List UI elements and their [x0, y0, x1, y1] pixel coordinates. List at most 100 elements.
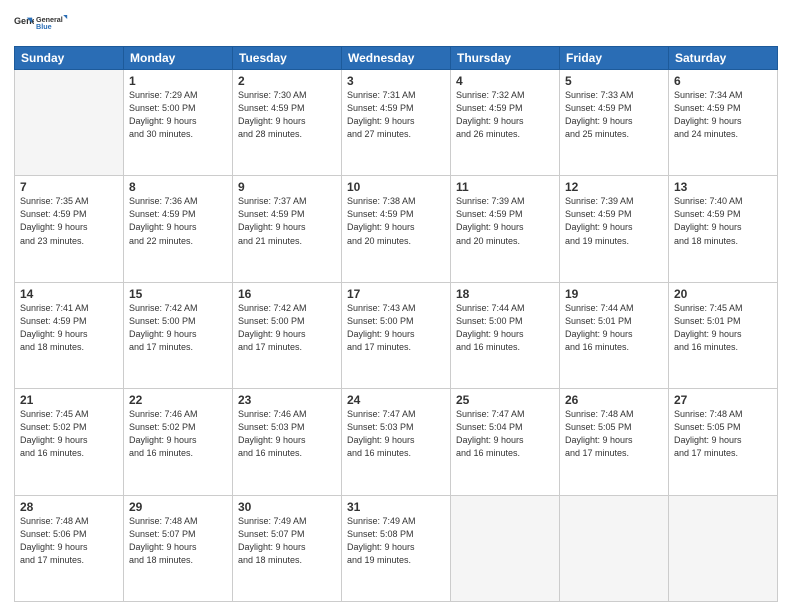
calendar-col-wednesday: Wednesday [342, 47, 451, 70]
calendar-cell: 24Sunrise: 7:47 AM Sunset: 5:03 PM Dayli… [342, 389, 451, 495]
day-number: 6 [674, 74, 772, 88]
calendar-cell: 28Sunrise: 7:48 AM Sunset: 5:06 PM Dayli… [15, 495, 124, 601]
calendar-cell: 5Sunrise: 7:33 AM Sunset: 4:59 PM Daylig… [560, 70, 669, 176]
day-number: 14 [20, 287, 118, 301]
day-info: Sunrise: 7:31 AM Sunset: 4:59 PM Dayligh… [347, 89, 445, 141]
calendar-cell: 31Sunrise: 7:49 AM Sunset: 5:08 PM Dayli… [342, 495, 451, 601]
day-number: 31 [347, 500, 445, 514]
day-number: 5 [565, 74, 663, 88]
calendar-cell: 22Sunrise: 7:46 AM Sunset: 5:02 PM Dayli… [124, 389, 233, 495]
calendar-cell: 30Sunrise: 7:49 AM Sunset: 5:07 PM Dayli… [233, 495, 342, 601]
day-info: Sunrise: 7:34 AM Sunset: 4:59 PM Dayligh… [674, 89, 772, 141]
calendar-col-monday: Monday [124, 47, 233, 70]
calendar-col-tuesday: Tuesday [233, 47, 342, 70]
day-info: Sunrise: 7:47 AM Sunset: 5:03 PM Dayligh… [347, 408, 445, 460]
day-number: 20 [674, 287, 772, 301]
calendar-col-friday: Friday [560, 47, 669, 70]
day-info: Sunrise: 7:48 AM Sunset: 5:05 PM Dayligh… [565, 408, 663, 460]
day-number: 17 [347, 287, 445, 301]
calendar-cell: 26Sunrise: 7:48 AM Sunset: 5:05 PM Dayli… [560, 389, 669, 495]
day-number: 15 [129, 287, 227, 301]
day-number: 8 [129, 180, 227, 194]
day-info: Sunrise: 7:41 AM Sunset: 4:59 PM Dayligh… [20, 302, 118, 354]
calendar-cell: 2Sunrise: 7:30 AM Sunset: 4:59 PM Daylig… [233, 70, 342, 176]
calendar-cell: 6Sunrise: 7:34 AM Sunset: 4:59 PM Daylig… [669, 70, 778, 176]
calendar-cell [15, 70, 124, 176]
calendar-col-sunday: Sunday [15, 47, 124, 70]
calendar-cell: 15Sunrise: 7:42 AM Sunset: 5:00 PM Dayli… [124, 282, 233, 388]
day-info: Sunrise: 7:49 AM Sunset: 5:07 PM Dayligh… [238, 515, 336, 567]
calendar-week-row: 7Sunrise: 7:35 AM Sunset: 4:59 PM Daylig… [15, 176, 778, 282]
day-number: 22 [129, 393, 227, 407]
calendar-cell: 23Sunrise: 7:46 AM Sunset: 5:03 PM Dayli… [233, 389, 342, 495]
calendar-cell: 18Sunrise: 7:44 AM Sunset: 5:00 PM Dayli… [451, 282, 560, 388]
calendar-cell: 25Sunrise: 7:47 AM Sunset: 5:04 PM Dayli… [451, 389, 560, 495]
calendar-week-row: 1Sunrise: 7:29 AM Sunset: 5:00 PM Daylig… [15, 70, 778, 176]
day-number: 9 [238, 180, 336, 194]
day-number: 10 [347, 180, 445, 194]
page: General General Blue SundayMondayTuesda [0, 0, 792, 612]
day-number: 1 [129, 74, 227, 88]
calendar-cell: 17Sunrise: 7:43 AM Sunset: 5:00 PM Dayli… [342, 282, 451, 388]
day-info: Sunrise: 7:33 AM Sunset: 4:59 PM Dayligh… [565, 89, 663, 141]
calendar-cell: 27Sunrise: 7:48 AM Sunset: 5:05 PM Dayli… [669, 389, 778, 495]
day-number: 27 [674, 393, 772, 407]
day-info: Sunrise: 7:30 AM Sunset: 4:59 PM Dayligh… [238, 89, 336, 141]
day-info: Sunrise: 7:46 AM Sunset: 5:03 PM Dayligh… [238, 408, 336, 460]
day-number: 2 [238, 74, 336, 88]
calendar-table: SundayMondayTuesdayWednesdayThursdayFrid… [14, 46, 778, 602]
day-info: Sunrise: 7:42 AM Sunset: 5:00 PM Dayligh… [129, 302, 227, 354]
calendar-week-row: 21Sunrise: 7:45 AM Sunset: 5:02 PM Dayli… [15, 389, 778, 495]
calendar-cell: 16Sunrise: 7:42 AM Sunset: 5:00 PM Dayli… [233, 282, 342, 388]
day-info: Sunrise: 7:47 AM Sunset: 5:04 PM Dayligh… [456, 408, 554, 460]
day-number: 29 [129, 500, 227, 514]
day-number: 24 [347, 393, 445, 407]
calendar-cell: 21Sunrise: 7:45 AM Sunset: 5:02 PM Dayli… [15, 389, 124, 495]
calendar-cell: 12Sunrise: 7:39 AM Sunset: 4:59 PM Dayli… [560, 176, 669, 282]
day-info: Sunrise: 7:45 AM Sunset: 5:02 PM Dayligh… [20, 408, 118, 460]
calendar-cell: 7Sunrise: 7:35 AM Sunset: 4:59 PM Daylig… [15, 176, 124, 282]
day-number: 18 [456, 287, 554, 301]
calendar-cell: 20Sunrise: 7:45 AM Sunset: 5:01 PM Dayli… [669, 282, 778, 388]
day-number: 21 [20, 393, 118, 407]
calendar-cell: 1Sunrise: 7:29 AM Sunset: 5:00 PM Daylig… [124, 70, 233, 176]
calendar-week-row: 14Sunrise: 7:41 AM Sunset: 4:59 PM Dayli… [15, 282, 778, 388]
calendar-cell: 29Sunrise: 7:48 AM Sunset: 5:07 PM Dayli… [124, 495, 233, 601]
day-info: Sunrise: 7:44 AM Sunset: 5:00 PM Dayligh… [456, 302, 554, 354]
day-info: Sunrise: 7:39 AM Sunset: 4:59 PM Dayligh… [565, 195, 663, 247]
day-info: Sunrise: 7:43 AM Sunset: 5:00 PM Dayligh… [347, 302, 445, 354]
day-number: 4 [456, 74, 554, 88]
day-info: Sunrise: 7:44 AM Sunset: 5:01 PM Dayligh… [565, 302, 663, 354]
logo: General General Blue [14, 10, 68, 40]
day-info: Sunrise: 7:46 AM Sunset: 5:02 PM Dayligh… [129, 408, 227, 460]
day-number: 12 [565, 180, 663, 194]
day-info: Sunrise: 7:48 AM Sunset: 5:05 PM Dayligh… [674, 408, 772, 460]
day-info: Sunrise: 7:29 AM Sunset: 5:00 PM Dayligh… [129, 89, 227, 141]
calendar-cell: 3Sunrise: 7:31 AM Sunset: 4:59 PM Daylig… [342, 70, 451, 176]
day-info: Sunrise: 7:39 AM Sunset: 4:59 PM Dayligh… [456, 195, 554, 247]
day-info: Sunrise: 7:48 AM Sunset: 5:07 PM Dayligh… [129, 515, 227, 567]
calendar-week-row: 28Sunrise: 7:48 AM Sunset: 5:06 PM Dayli… [15, 495, 778, 601]
day-number: 7 [20, 180, 118, 194]
day-number: 19 [565, 287, 663, 301]
day-info: Sunrise: 7:35 AM Sunset: 4:59 PM Dayligh… [20, 195, 118, 247]
day-number: 28 [20, 500, 118, 514]
calendar-cell: 9Sunrise: 7:37 AM Sunset: 4:59 PM Daylig… [233, 176, 342, 282]
calendar-col-saturday: Saturday [669, 47, 778, 70]
logo-graphic: General Blue [36, 10, 68, 40]
calendar-cell: 8Sunrise: 7:36 AM Sunset: 4:59 PM Daylig… [124, 176, 233, 282]
day-info: Sunrise: 7:38 AM Sunset: 4:59 PM Dayligh… [347, 195, 445, 247]
calendar-cell: 4Sunrise: 7:32 AM Sunset: 4:59 PM Daylig… [451, 70, 560, 176]
calendar-cell: 14Sunrise: 7:41 AM Sunset: 4:59 PM Dayli… [15, 282, 124, 388]
day-info: Sunrise: 7:48 AM Sunset: 5:06 PM Dayligh… [20, 515, 118, 567]
calendar-cell: 11Sunrise: 7:39 AM Sunset: 4:59 PM Dayli… [451, 176, 560, 282]
day-number: 3 [347, 74, 445, 88]
day-number: 26 [565, 393, 663, 407]
logo-icon: General [14, 14, 34, 34]
header: General General Blue [14, 10, 778, 40]
svg-text:Blue: Blue [36, 22, 52, 31]
day-info: Sunrise: 7:42 AM Sunset: 5:00 PM Dayligh… [238, 302, 336, 354]
calendar-col-thursday: Thursday [451, 47, 560, 70]
day-number: 16 [238, 287, 336, 301]
calendar-header-row: SundayMondayTuesdayWednesdayThursdayFrid… [15, 47, 778, 70]
